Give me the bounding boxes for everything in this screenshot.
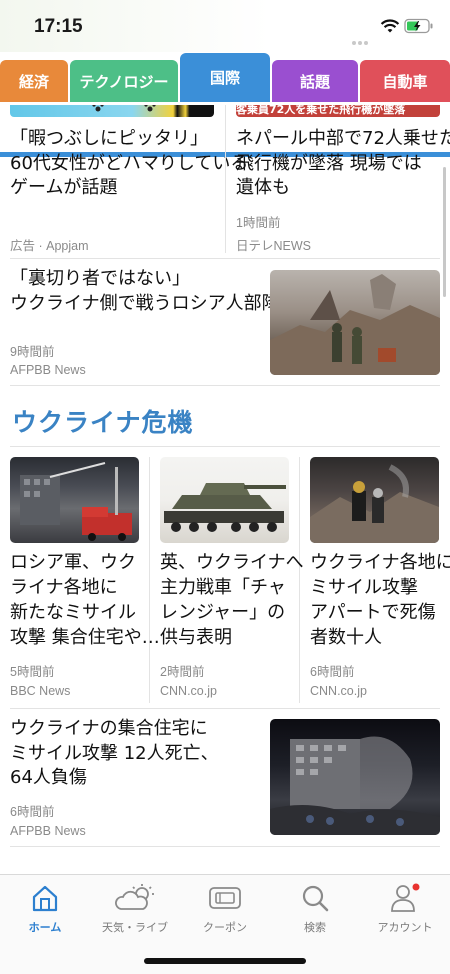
card-headline-tank[interactable]: 英、ウクライナへ 主力戦車「チャ レンジャー」の 供与表明 <box>160 550 304 650</box>
headline-line: 英、ウクライナへ <box>160 552 304 573</box>
card-thumbnail-tank[interactable] <box>160 457 289 543</box>
divider <box>10 446 440 447</box>
card-source: CNN.co.jp <box>310 684 367 698</box>
coupon-icon <box>209 887 241 909</box>
nepal-news-thumbnail[interactable]: 客乗員72人を乗せた飛行機が墜落 <box>236 105 440 117</box>
card-time: 2時間前 <box>160 665 205 679</box>
home-icon <box>32 885 58 912</box>
nav-home[interactable]: ホーム <box>0 883 90 939</box>
tab-technology[interactable]: テクノロジー <box>70 60 178 102</box>
nepal-time: 1時間前 <box>236 216 281 230</box>
headline-line: 主力戦車「チャ <box>160 577 286 598</box>
nav-label: アカウント <box>377 921 433 934</box>
card-source: BBC News <box>10 684 71 698</box>
ad-thumbnail[interactable] <box>10 105 214 117</box>
card-thumbnail-fire[interactable] <box>10 457 139 543</box>
headline-line: 64人負傷 <box>10 767 87 788</box>
headline-line: 60代女性がどハマりしている <box>10 152 249 174</box>
signal-dots-icon <box>352 30 374 45</box>
headline-line: ライナ各地に <box>10 577 118 598</box>
headline-line: ウクライナの集合住宅に <box>10 718 208 739</box>
headline-line: 遺体も <box>236 177 290 198</box>
wide-source: AFPBB News <box>10 824 86 838</box>
divider <box>10 846 440 847</box>
card-time: 6時間前 <box>310 665 355 679</box>
ad-source: 広告 · Appjam <box>10 239 89 253</box>
traitor-source: AFPBB News <box>10 363 86 377</box>
wide-headline[interactable]: ウクライナの集合住宅に ミサイル攻撃 12人死亡、 64人負傷 <box>10 717 265 791</box>
scrollbar[interactable] <box>443 167 446 297</box>
column-divider <box>149 457 150 703</box>
traitor-thumbnail[interactable] <box>270 270 440 375</box>
headline-line: 「裏切り者ではない」 <box>10 268 190 289</box>
tab-economy[interactable]: 経済 <box>0 60 68 102</box>
nav-coupon[interactable]: クーポン <box>180 883 270 939</box>
notification-badge-icon <box>412 883 420 891</box>
nav-label: クーポン <box>203 921 247 934</box>
card-headline-missile[interactable]: ロシア軍、ウク ライナ各地に 新たなミサイル 攻撃 集合住宅や… <box>10 550 160 650</box>
headline-line: ミサイル攻撃 12人死亡、 <box>10 742 219 764</box>
card-time: 5時間前 <box>10 665 55 679</box>
nepal-source: 日テレNEWS <box>236 239 312 253</box>
wide-thumbnail[interactable] <box>270 719 440 835</box>
divider <box>10 258 440 259</box>
wide-time: 6時間前 <box>10 805 55 819</box>
column-divider <box>299 457 300 703</box>
card-thumbnail-rescue[interactable] <box>310 457 439 543</box>
nav-label: 天気・ライブ <box>102 921 168 934</box>
nav-weather-live[interactable]: 天気・ライブ <box>90 883 180 939</box>
headline-line: 飛行機が墜落 現場では <box>236 152 422 174</box>
tab-automobile[interactable]: 自動車 <box>360 60 450 102</box>
category-tabs: 経済 テクノロジー 国際 話題 自動車 <box>0 52 450 157</box>
headline-line: アパートで死傷 <box>310 602 436 623</box>
status-time: 17:15 <box>34 16 83 37</box>
nav-label: ホーム <box>28 921 62 934</box>
card-headline-apartment[interactable]: ウクライナ各地に ミサイル攻撃 アパートで死傷 者数十人 <box>310 550 450 650</box>
nepal-headline[interactable]: ネパール中部で72人乗せた 飛行機が墜落 現場では 遺体も <box>236 127 450 201</box>
headline-line: 「暇つぶしにピッタリ」 <box>10 128 208 149</box>
nav-account[interactable]: アカウント <box>360 883 450 939</box>
news-feed[interactable]: 客乗員72人を乗せた飛行機が墜落 「暇つぶしにピッタリ」 60代女性がどハマりし… <box>0 105 450 875</box>
headline-line: レンジャー」の <box>160 602 286 623</box>
headline-line: 新たなミサイル <box>10 602 136 623</box>
nepal-banner-text: 客乗員72人を乗せた飛行機が墜落 <box>236 105 406 116</box>
traitor-headline[interactable]: 「裏切り者ではない」 ウクライナ側で戦うロシア人部隊 <box>10 267 280 316</box>
headline-line: 攻撃 集合住宅や… <box>10 627 160 648</box>
headline-line: ミサイル攻撃 <box>310 577 418 598</box>
headline-line: ロシア軍、ウク <box>10 552 136 573</box>
headline-line: 者数十人 <box>310 627 382 648</box>
account-icon <box>391 883 420 912</box>
headline-line: ウクライナ各地に <box>310 552 450 573</box>
traitor-time: 9時間前 <box>10 345 55 359</box>
headline-line: ウクライナ側で戦うロシア人部隊 <box>10 292 280 314</box>
headline-line: ゲームが話題 <box>10 177 118 198</box>
column-divider <box>225 105 226 253</box>
tab-topics[interactable]: 話題 <box>272 60 358 102</box>
home-indicator[interactable] <box>144 958 306 964</box>
tab-international[interactable]: 国際 <box>180 53 270 102</box>
search-icon <box>302 885 329 912</box>
headline-line: 供与表明 <box>160 627 232 648</box>
ad-headline[interactable]: 「暇つぶしにピッタリ」 60代女性がどハマりしている ゲームが話題 <box>10 127 249 201</box>
weather-icon <box>115 884 154 910</box>
divider <box>10 385 440 386</box>
status-bar: 17:15 <box>0 0 450 52</box>
headline-line: ネパール中部で72人乗せた <box>236 128 450 149</box>
nav-label: 検索 <box>304 921 326 934</box>
card-source: CNN.co.jp <box>160 684 217 698</box>
battery-icon <box>404 18 433 34</box>
nav-search[interactable]: 検索 <box>270 883 360 939</box>
section-title[interactable]: ウクライナ危機 <box>12 403 194 439</box>
wifi-icon <box>380 19 400 33</box>
divider <box>10 708 440 709</box>
